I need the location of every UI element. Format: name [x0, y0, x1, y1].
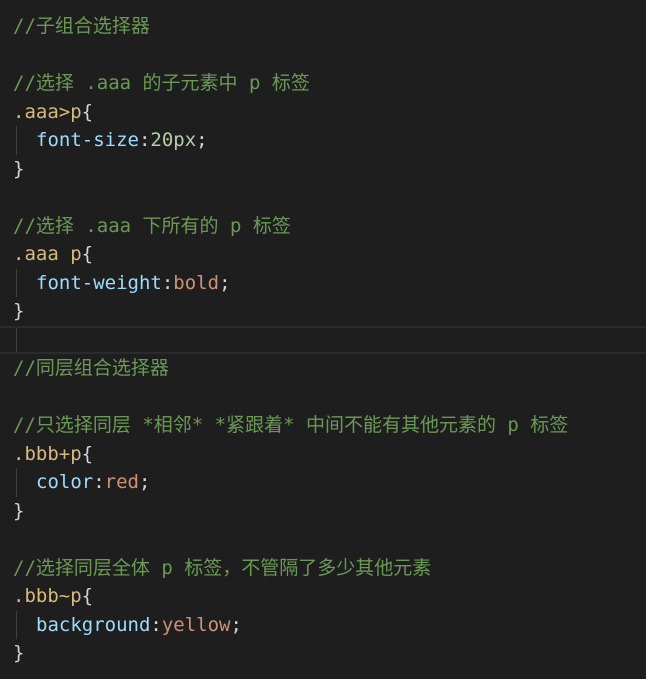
comment: //子组合选择器	[13, 15, 150, 37]
code-line-10[interactable]: font-weight:bold;	[0, 268, 646, 297]
code-line-21[interactable]: .bbb~p{	[0, 582, 646, 611]
open-brace: {	[81, 100, 94, 123]
code-line-5[interactable]: font-size:20px;	[0, 126, 646, 155]
css-property: background	[36, 613, 151, 636]
semicolon: ;	[219, 271, 231, 294]
colon: :	[161, 271, 174, 294]
css-value: red	[104, 471, 139, 493]
css-value: bold	[173, 271, 220, 294]
comment: //选择 .aaa 的子元素中 p 标签	[13, 72, 310, 94]
colon: :	[150, 613, 162, 636]
code-line-6[interactable]: }	[0, 155, 646, 184]
open-brace: {	[81, 585, 94, 607]
open-brace: {	[81, 243, 94, 265]
semicolon: ;	[138, 471, 151, 493]
code-line-1[interactable]: //子组合选择器	[0, 12, 646, 41]
code-line-23[interactable]: }	[0, 639, 646, 668]
code-line-19-empty[interactable]	[0, 525, 646, 554]
colon: :	[138, 129, 151, 151]
indent-guide	[16, 268, 17, 297]
code-line-17[interactable]: color:red;	[0, 468, 646, 497]
css-selector: .aaa p	[13, 243, 82, 265]
code-line-15[interactable]: //只选择同层 *相邻* *紧跟着* 中间不能有其他元素的 p 标签	[0, 411, 646, 440]
semicolon: ;	[230, 613, 242, 636]
css-selector: .bbb+p	[13, 442, 82, 465]
indent-guide	[16, 610, 17, 639]
comment: //同层组合选择器	[13, 357, 169, 379]
colon: :	[93, 471, 105, 493]
css-property: font-weight	[36, 271, 162, 294]
code-line-22[interactable]: background:yellow;	[0, 610, 646, 639]
close-brace: }	[13, 499, 25, 522]
code-line-8[interactable]: //选择 .aaa 下所有的 p 标签	[0, 212, 646, 241]
comment: //选择同层全体 p 标签，不管隔了多少其他元素	[13, 556, 432, 579]
css-value: yellow	[161, 613, 231, 636]
code-line-12-current[interactable]	[0, 325, 646, 354]
code-line-3[interactable]: //选择 .aaa 的子元素中 p 标签	[0, 69, 646, 98]
semicolon: ;	[196, 129, 208, 151]
code-line-4[interactable]: .aaa>p{	[0, 98, 646, 127]
close-brace: }	[13, 157, 25, 180]
css-selector: .aaa>p	[13, 100, 82, 123]
code-line-7-empty[interactable]	[0, 183, 646, 212]
code-line-2-empty[interactable]	[0, 41, 646, 70]
indent-guide	[16, 468, 17, 497]
code-line-13[interactable]: //同层组合选择器	[0, 354, 646, 383]
indent-guide	[16, 327, 17, 352]
css-property: color	[36, 471, 94, 493]
close-brace: }	[13, 300, 25, 322]
comment: //选择 .aaa 下所有的 p 标签	[13, 214, 291, 237]
code-line-20[interactable]: //选择同层全体 p 标签，不管隔了多少其他元素	[0, 554, 646, 583]
comment: //只选择同层 *相邻* *紧跟着* 中间不能有其他元素的 p 标签	[13, 414, 569, 436]
code-editor[interactable]: //子组合选择器 //选择 .aaa 的子元素中 p 标签 .aaa>p{ fo…	[0, 0, 646, 679]
code-line-9[interactable]: .aaa p{	[0, 240, 646, 269]
css-value: 20px	[150, 129, 197, 151]
indent-guide	[16, 126, 17, 155]
close-brace: }	[13, 642, 25, 664]
open-brace: {	[81, 442, 94, 465]
code-line-14-empty[interactable]	[0, 383, 646, 412]
code-line-11[interactable]: }	[0, 297, 646, 326]
code-line-16[interactable]: .bbb+p{	[0, 440, 646, 469]
css-property: font-size	[36, 129, 139, 151]
css-selector: .bbb~p	[13, 585, 82, 607]
code-line-18[interactable]: }	[0, 497, 646, 526]
